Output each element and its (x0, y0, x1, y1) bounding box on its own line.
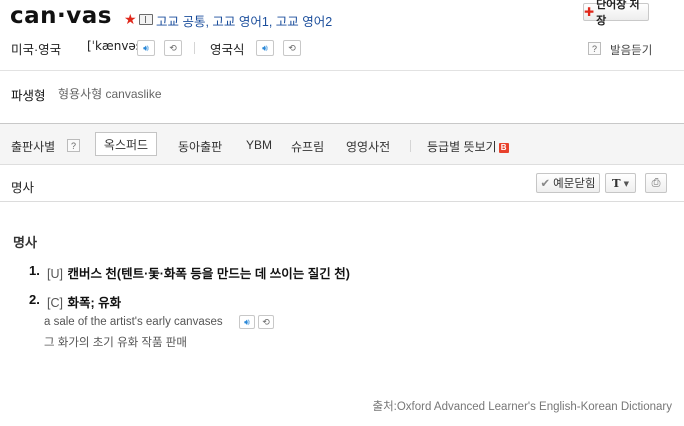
new-badge: B (498, 143, 509, 153)
section-title-noun: 명사 (13, 235, 37, 250)
tab-supreme[interactable]: 슈프림 (291, 138, 324, 155)
examples-toggle-button[interactable]: ✔ 예문닫힘 (536, 173, 600, 193)
speaker-icon: 🔊︎ (262, 42, 268, 53)
book-icon (139, 14, 153, 25)
chevron-down-icon: ▼ (623, 178, 629, 188)
example-translation: 그 화가의 초기 유화 작품 판매 (44, 337, 187, 349)
tab-oxford[interactable]: 옥스퍼드 (95, 132, 157, 156)
source-credit: 출처:Oxford Advanced Learner's English-Kor… (372, 401, 672, 413)
grammar-code: [U] (47, 267, 63, 281)
sense-number: 1. (29, 263, 40, 278)
repeat-button-uk[interactable]: ⟲ (283, 40, 301, 56)
save-to-wordbook-button[interactable]: ✚ 단어장 저장 (583, 0, 649, 27)
sense-number: 2. (29, 292, 40, 307)
speaker-button-us[interactable]: 🔊︎ (137, 40, 155, 56)
sense-line: [U] 캔버스 천(텐트·돛·화폭 등을 만드는 데 쓰이는 질긴 천) (47, 263, 350, 283)
divider (194, 42, 195, 54)
listen-link[interactable]: 발음듣기 (610, 42, 652, 58)
help-icon[interactable]: ? (588, 42, 601, 55)
repeat-icon: ⟲ (288, 42, 296, 53)
sense-line: [C] 화폭; 유화 (47, 292, 121, 312)
save-button-label: 단어장 저장 (596, 0, 640, 27)
divider (0, 70, 684, 71)
speaker-icon: 🔊︎ (143, 42, 149, 53)
derivative-text: 형용사형 canvaslike (58, 87, 162, 101)
text-size-label: T (612, 176, 621, 190)
derivative-label: 파생형 (11, 89, 46, 103)
tab-english-english[interactable]: 영영사전 (346, 138, 390, 155)
sense-meaning: 캔버스 천(텐트·돛·화폭 등을 만드는 데 쓰이는 질긴 천) (67, 267, 350, 281)
grammar-code: [C] (47, 296, 63, 310)
headword: can·vas (10, 3, 112, 29)
repeat-icon: ⟲ (262, 316, 270, 327)
tab-level-label: 등급별 뜻보기 (427, 140, 497, 154)
pron-label-british: 영국식 (210, 43, 245, 57)
tab-ybm[interactable]: YBM (246, 138, 272, 152)
printer-icon: ⎙ (651, 176, 661, 189)
star-icon: ★ (124, 11, 137, 27)
publisher-label: 출판사별 (11, 140, 56, 154)
examples-toggle-label: 예문닫힘 (553, 178, 596, 190)
divider (410, 140, 411, 152)
help-icon[interactable]: ? (67, 139, 80, 152)
speaker-icon: 🔊︎ (244, 316, 250, 327)
check-icon: ✔ (540, 178, 551, 190)
example-repeat-button[interactable]: ⟲ (258, 315, 274, 329)
print-button[interactable]: ⎙ (645, 173, 667, 193)
plus-icon: ✚ (584, 5, 595, 19)
example-speaker-button[interactable]: 🔊︎ (239, 315, 255, 329)
level-links[interactable]: 고교 공통, 고교 영어1, 고교 영어2 (156, 11, 332, 30)
speaker-button-uk[interactable]: 🔊︎ (256, 40, 274, 56)
pron-label-us-uk: 미국·영국 (11, 43, 62, 57)
example-sentence: a sale of the artist's early canvases (44, 316, 223, 328)
sense-meaning: 화폭; 유화 (67, 296, 122, 310)
tab-level-meaning[interactable]: 등급별 뜻보기 B (427, 138, 509, 155)
tab-donga[interactable]: 동아출판 (178, 138, 222, 155)
repeat-button-us[interactable]: ⟲ (164, 40, 182, 56)
repeat-icon: ⟲ (169, 42, 177, 53)
text-size-button[interactable]: T ▼ (605, 173, 636, 193)
pos-label: 명사 (11, 181, 35, 195)
